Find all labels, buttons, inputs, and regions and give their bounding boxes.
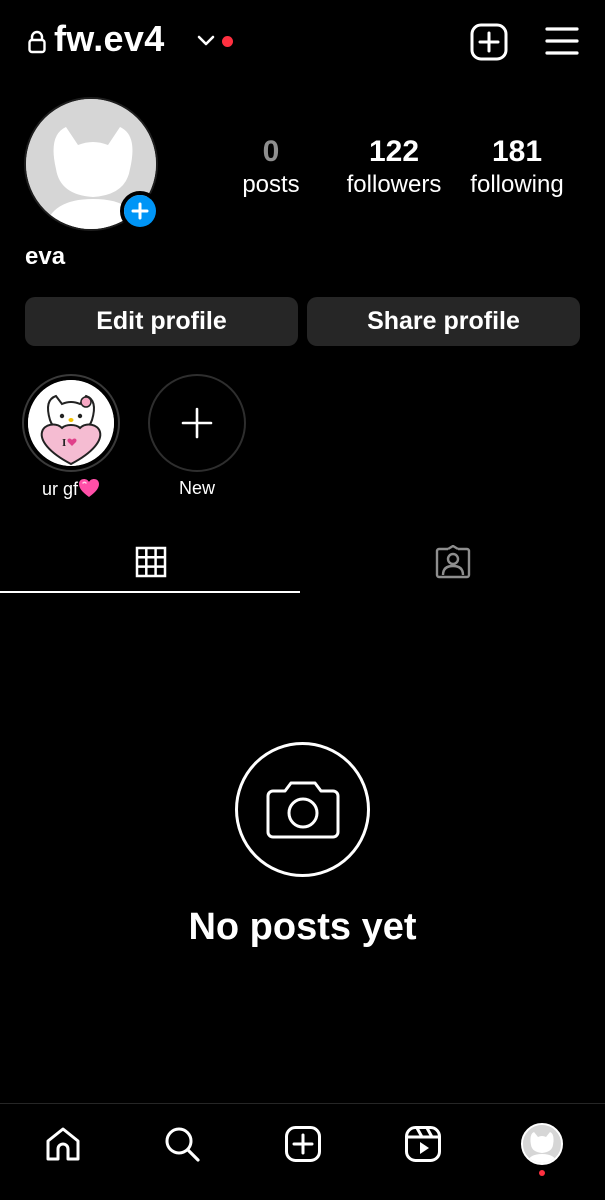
plus-square-icon[interactable] [470,23,508,61]
followers-label: followers [346,171,442,198]
reels-icon [405,1126,441,1162]
highlight-badge-text: I [62,437,66,449]
following-count: 181 [491,135,543,168]
stat-following[interactable]: 181 following [452,134,582,200]
nav-search[interactable] [160,1122,204,1166]
bottom-navigation [0,1103,605,1200]
notification-dot [222,36,233,47]
new-highlight[interactable]: New [148,374,246,498]
account-username[interactable]: fw.ev4 [54,18,165,60]
pink-heart-emoji [79,479,100,497]
profile-avatar[interactable] [24,97,160,231]
tagged-person-icon [435,545,471,579]
highlight-ring: I [22,374,120,472]
add-story-button[interactable] [120,191,160,231]
grid-icon [135,546,167,578]
nav-profile[interactable] [520,1122,564,1166]
following-label: following [470,171,564,198]
nav-create[interactable] [281,1122,325,1166]
top-bar: fw.ev4 [0,0,605,84]
hamburger-menu-icon[interactable] [545,26,579,56]
story-highlight[interactable]: I ur gf [22,374,120,499]
nav-home[interactable] [41,1122,85,1166]
search-icon [165,1127,200,1162]
stat-followers[interactable]: 122 followers [329,134,459,200]
home-icon [46,1127,80,1161]
highlight-cover-image: I [28,380,114,466]
tab-posts-grid[interactable] [0,530,302,594]
edit-profile-button[interactable]: Edit profile [25,297,298,346]
tab-tagged[interactable] [302,530,604,594]
empty-state-camera-circle [235,742,370,877]
chevron-down-icon[interactable] [196,34,216,48]
new-highlight-circle [148,374,246,472]
posts-count: 0 [262,135,280,168]
highlight-label: ur gf [22,478,120,499]
stat-posts: 0 posts [206,134,336,200]
highlight-label-text: ur gf [41,479,79,499]
hello-kitty-heart-image: I [28,380,114,466]
create-icon [285,1126,321,1162]
profile-notification-dot [539,1170,545,1176]
share-profile-button[interactable]: Share profile [307,297,580,346]
nav-reels[interactable] [401,1122,445,1166]
display-name: eva [25,243,66,270]
plus-icon [181,407,213,439]
followers-count: 122 [368,135,420,168]
empty-state-text: No posts yet [188,906,417,948]
lock-icon [28,30,46,54]
active-tab-indicator [0,591,300,593]
profile-avatar [521,1123,563,1165]
new-highlight-label: New [178,478,215,498]
camera-icon [266,781,339,838]
posts-label: posts [242,171,300,198]
